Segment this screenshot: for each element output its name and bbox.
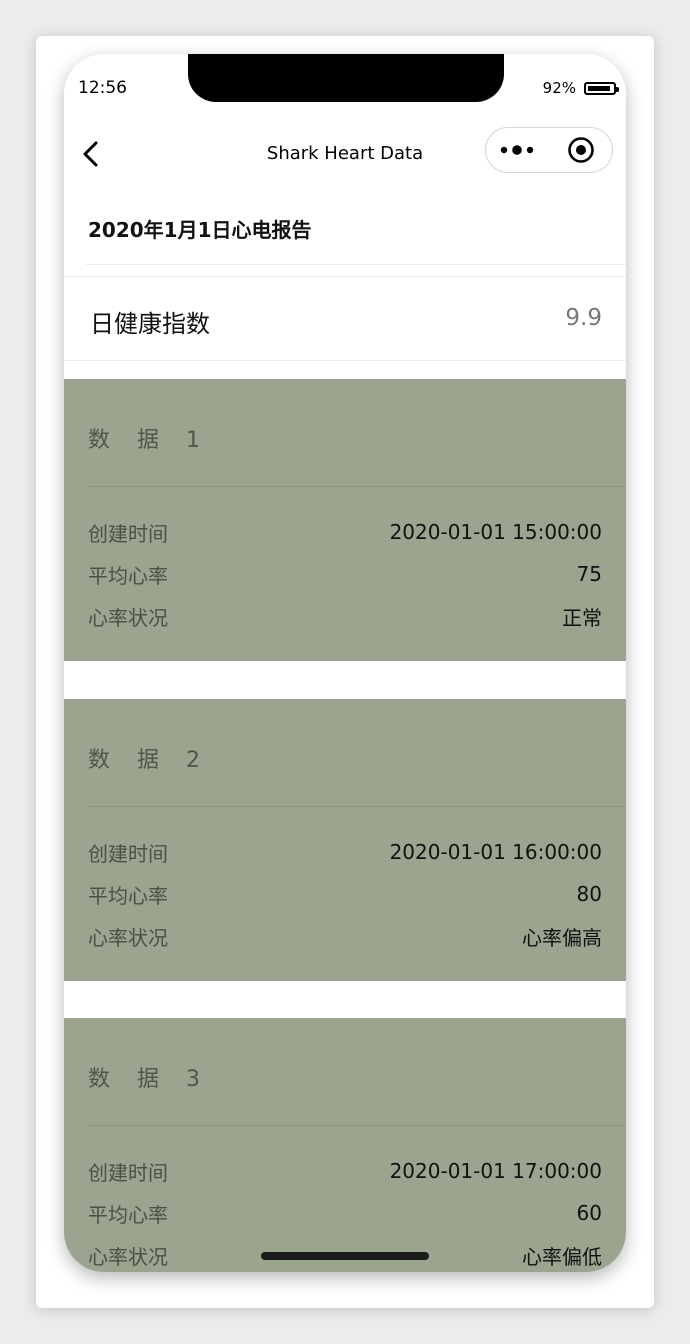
mini-program-capsule: [485, 127, 613, 173]
record-row-created-time: 创建时间 2020-01-01 15:00:00: [88, 517, 602, 547]
row-value: 心率偏高: [522, 925, 602, 950]
row-value: 心率偏低: [522, 1244, 602, 1269]
card-divider: [88, 486, 626, 487]
row-label: 平均心率: [88, 563, 168, 588]
status-time: 12:56: [78, 78, 127, 98]
home-indicator[interactable]: [261, 1252, 429, 1260]
record-row-average-heart-rate: 平均心率 80: [88, 879, 602, 909]
row-label: 创建时间: [88, 841, 168, 866]
card-divider: [88, 806, 626, 807]
row-label: 创建时间: [88, 521, 168, 546]
row-label: 创建时间: [88, 1160, 168, 1185]
battery-percentage: 92%: [542, 79, 576, 97]
record-card[interactable]: 数 据 3 创建时间 2020-01-01 17:00:00 平均心率 60 心…: [64, 1018, 626, 1272]
health-index-label: 日健康指数: [90, 310, 210, 338]
record-card[interactable]: 数 据 1 创建时间 2020-01-01 15:00:00 平均心率 75 心…: [64, 379, 626, 661]
phone-screen: 12:56 92% Shark Heart Data 2020年1月1日心电报告…: [64, 54, 626, 1272]
notch: [188, 54, 504, 102]
record-title: 数 据 3: [88, 1067, 210, 1092]
card-divider: [88, 1125, 626, 1126]
record-title: 数 据 2: [88, 748, 210, 773]
health-index-row: 日健康指数 9.9: [64, 277, 626, 361]
battery-fill: [588, 85, 611, 91]
record-title: 数 据 1: [88, 428, 210, 453]
row-value: 2020-01-01 17:00:00: [389, 1159, 602, 1183]
row-label: 心率状况: [88, 605, 168, 630]
navigation-bar: Shark Heart Data: [64, 124, 626, 184]
row-value: 80: [576, 882, 602, 906]
row-label: 平均心率: [88, 883, 168, 908]
close-target-icon[interactable]: [549, 128, 612, 172]
battery-icon: [584, 81, 619, 95]
row-label: 平均心率: [88, 1202, 168, 1227]
record-row-created-time: 创建时间 2020-01-01 16:00:00: [88, 837, 602, 867]
record-row-average-heart-rate: 平均心率 75: [88, 559, 602, 589]
record-row-average-heart-rate: 平均心率 60: [88, 1198, 602, 1228]
record-row-heart-rate-status: 心率状况 正常: [88, 601, 602, 631]
report-title: 2020年1月1日心电报告: [88, 218, 312, 242]
record-card[interactable]: 数 据 2 创建时间 2020-01-01 16:00:00 平均心率 80 心…: [64, 699, 626, 981]
status-indicators: 92%: [542, 79, 619, 97]
record-row-heart-rate-status: 心率状况 心率偏高: [88, 921, 602, 951]
row-value: 60: [576, 1201, 602, 1225]
divider: [86, 264, 626, 265]
row-label: 心率状况: [88, 925, 168, 950]
divider: [64, 360, 626, 361]
more-menu-icon[interactable]: [486, 128, 549, 172]
row-label: 心率状况: [88, 1244, 168, 1269]
row-value: 2020-01-01 15:00:00: [389, 520, 602, 544]
row-value: 75: [576, 562, 602, 586]
health-index-value: 9.9: [565, 305, 602, 331]
row-value: 2020-01-01 16:00:00: [389, 840, 602, 864]
record-row-created-time: 创建时间 2020-01-01 17:00:00: [88, 1156, 602, 1186]
row-value: 正常: [562, 605, 602, 630]
